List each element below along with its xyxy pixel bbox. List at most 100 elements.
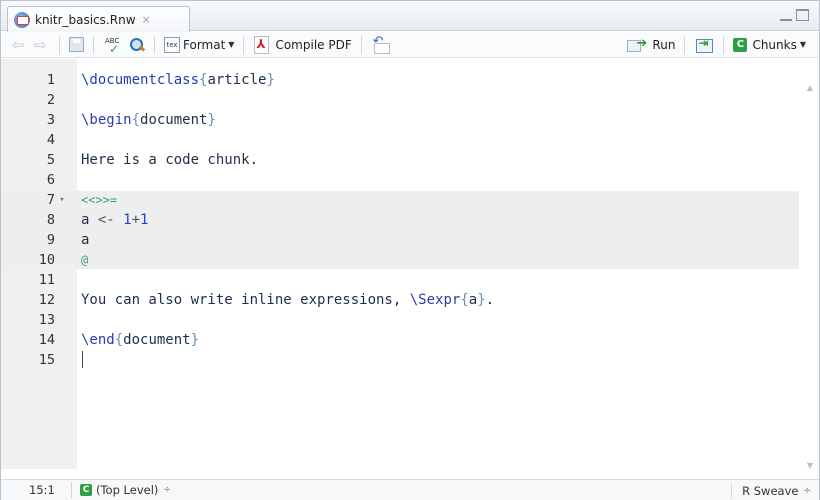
spellcheck-button[interactable]: ABC ✓ — [100, 34, 126, 56]
run-icon — [627, 36, 649, 52]
vertical-scrollbar[interactable]: ▲ ▼ — [801, 59, 819, 470]
code-line[interactable]: 10 @ — [1, 251, 799, 269]
toolbar-separator — [154, 35, 155, 54]
status-separator — [731, 483, 733, 499]
chunk-icon: C — [733, 37, 748, 52]
code-text: \begin{document} — [81, 112, 216, 128]
code-text: <<>>= — [81, 192, 117, 208]
token-kw: \Sexpr — [409, 292, 461, 308]
filetype-label: R Sweave — [742, 484, 799, 498]
token-brace: } — [266, 72, 275, 88]
code-text: \end{document} — [81, 332, 199, 348]
find-button[interactable] — [126, 34, 148, 56]
run-button[interactable]: Run — [624, 34, 678, 56]
scroll-down-icon[interactable]: ▼ — [805, 461, 815, 470]
sync-pdf-button[interactable] — [368, 34, 394, 56]
code-line[interactable]: 3 \begin{document} — [1, 111, 799, 129]
code-line[interactable]: 4 — [1, 131, 799, 149]
back-button[interactable]: ⇦ — [9, 34, 31, 56]
scroll-up-icon[interactable]: ▲ — [805, 83, 815, 92]
code-editor[interactable]: 1 \documentclass{article} 2 3 \begin{documen… — [1, 59, 819, 470]
code-line[interactable]: 7 ▾ <<>>= — [1, 191, 799, 209]
code-text: a <- 1+1 — [81, 212, 148, 228]
scope-selector[interactable]: C (Top Level) ÷ — [72, 483, 171, 497]
token-brace: } — [207, 112, 216, 128]
token-op: <- — [97, 212, 115, 228]
editor-toolbar: ⇦ ⇨ ABC✓ tex Format ▼ Compile PDF Run — [1, 32, 819, 58]
spellcheck-icon: ABC ✓ — [105, 36, 120, 56]
save-button[interactable] — [66, 34, 87, 56]
token-brace: } — [477, 292, 486, 308]
code-line[interactable]: 9a — [1, 231, 799, 249]
chevron-down-icon: ▼ — [228, 40, 235, 49]
code-line[interactable]: 2 — [1, 91, 799, 109]
token-brace: { — [131, 112, 141, 128]
chunk-icon: C — [80, 484, 92, 496]
forward-button[interactable]: ⇨ — [31, 34, 53, 56]
toolbar-separator — [243, 35, 245, 54]
token-num: 1 — [140, 212, 149, 228]
code-line[interactable]: 6 — [1, 171, 799, 189]
search-icon — [129, 37, 145, 53]
tab-close-icon[interactable]: × — [142, 13, 151, 26]
line-number: 11 — [38, 272, 55, 288]
save-icon — [69, 37, 84, 52]
format-label: Format — [183, 37, 226, 52]
scope-label: (Top Level) — [96, 483, 159, 497]
token-tx — [115, 212, 123, 228]
code-line[interactable]: 15 — [1, 351, 799, 369]
tab-bar: knitr_basics.Rnw × — [1, 1, 819, 32]
line-number: 4 — [46, 132, 55, 148]
token-kw: \documentclass — [81, 72, 200, 88]
code-line[interactable]: 11 — [1, 271, 799, 289]
code-line[interactable]: 14 \end{document} — [1, 331, 799, 349]
token-arg: document — [123, 332, 191, 348]
compile-pdf-button[interactable]: Compile PDF — [250, 34, 354, 56]
toolbar-separator — [360, 35, 362, 54]
tex-icon: tex — [164, 36, 180, 53]
token-kw: \begin — [81, 112, 132, 128]
token-arg: article — [207, 72, 267, 88]
token-arg: document — [140, 112, 208, 128]
code-text: a — [81, 232, 89, 248]
line-number: 15 — [38, 352, 55, 368]
token-chunkmark: <<>>= — [81, 193, 118, 207]
code-text: @ — [81, 252, 88, 268]
token-tx: . — [485, 292, 495, 308]
token-brace: } — [190, 332, 200, 348]
filetype-selector[interactable]: R Sweave ÷ — [731, 483, 811, 499]
token-brace: { — [114, 332, 124, 348]
maximize-icon[interactable] — [796, 9, 809, 21]
code-line[interactable]: 5 Here is a code chunk. — [1, 151, 799, 169]
rerun-icon — [694, 36, 714, 53]
code-line[interactable]: 1 \documentclass{article} — [1, 71, 799, 89]
token-chunkmark: @ — [81, 253, 89, 267]
chevron-down-icon: ▼ — [799, 40, 806, 49]
run-label: Run — [652, 37, 676, 52]
code-line[interactable]: 13 — [1, 311, 799, 329]
line-number: 3 — [46, 112, 55, 128]
chunks-menu-button[interactable]: C Chunks ▼ — [730, 34, 809, 56]
token-tx: You can also write inline expressions, — [81, 292, 410, 308]
line-number: 8 — [46, 212, 55, 228]
line-number: 9 — [46, 232, 55, 248]
tab-knitr-basics[interactable]: knitr_basics.Rnw × — [7, 6, 190, 32]
code-line[interactable]: 12 You can also write inline expressions,… — [1, 291, 799, 309]
tab-label: knitr_basics.Rnw — [35, 12, 136, 27]
token-num: 1 — [123, 212, 132, 228]
code-text: You can also write inline expressions, \… — [81, 292, 494, 308]
line-number: 1 — [46, 72, 55, 88]
format-menu-button[interactable]: tex Format ▼ — [161, 34, 237, 56]
token-arg: a — [468, 292, 478, 308]
fold-chevron-icon[interactable]: ▾ — [55, 195, 69, 205]
line-number: 10 — [38, 252, 55, 268]
code-text: Here is a code chunk. — [81, 152, 258, 168]
window-controls — [780, 9, 809, 21]
compile-pdf-label: Compile PDF — [275, 37, 352, 52]
toolbar-separator — [93, 35, 94, 54]
code-line[interactable]: 8 a <- 1+1 — [1, 211, 799, 229]
line-number: 13 — [38, 312, 55, 328]
minimize-icon[interactable] — [780, 9, 792, 21]
rerun-button[interactable] — [691, 34, 717, 56]
line-number: 7 — [46, 192, 55, 208]
